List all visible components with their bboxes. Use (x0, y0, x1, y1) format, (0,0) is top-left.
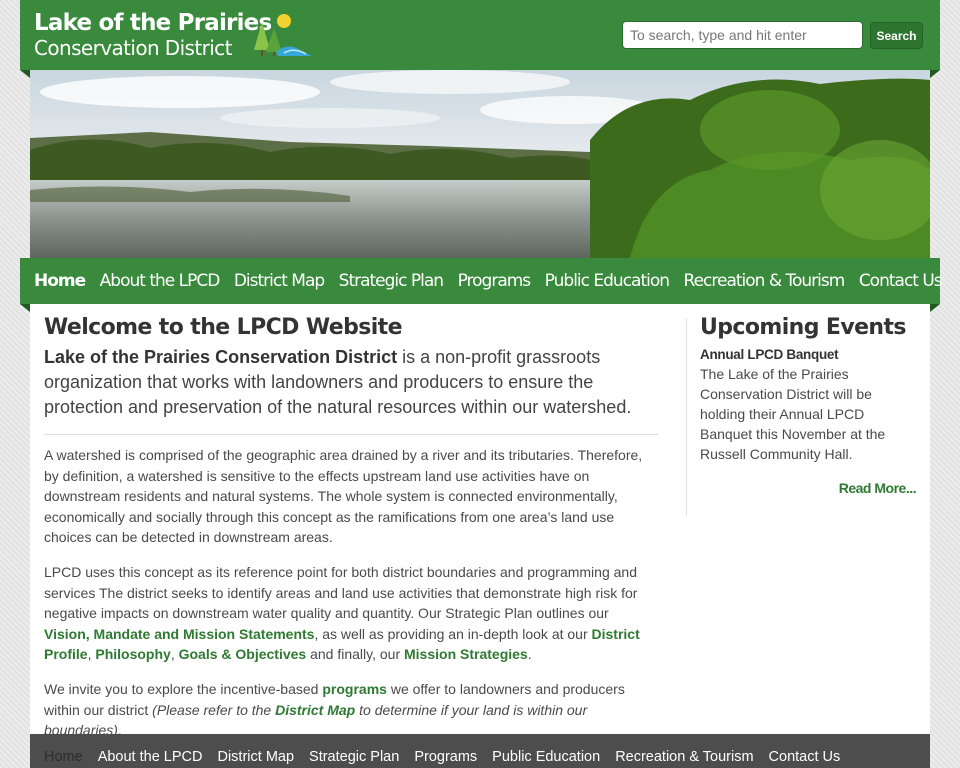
sidebar-divider (686, 318, 687, 516)
footer-item-district-map[interactable]: District Map (217, 749, 294, 765)
site-header: Lake of the Prairies Conservation Distri… (20, 0, 940, 78)
read-more-link[interactable]: Read More... (700, 480, 920, 496)
footer-navigation: Home About the LPCD District Map Strateg… (30, 734, 930, 768)
link-programs[interactable]: programs (322, 681, 387, 697)
link-goals-objectives[interactable]: Goals & Objectives (179, 646, 307, 662)
para-text: and finally, our (306, 646, 404, 663)
footer-item-contact[interactable]: Contact Us (769, 749, 841, 765)
footer-item-home[interactable]: Home (44, 749, 83, 765)
event-description: The Lake of the Prairies Conservation Di… (700, 366, 886, 462)
footer-item-public-education[interactable]: Public Education (492, 749, 600, 765)
upcoming-events-sidebar: Upcoming Events Annual LPCD Banquet The … (700, 313, 920, 496)
footer-item-programs[interactable]: Programs (414, 749, 477, 765)
nav-item-recreation-tourism[interactable]: Recreation & Tourism (684, 271, 846, 291)
link-district-map[interactable]: District Map (275, 702, 355, 718)
nav-item-district-map[interactable]: District Map (234, 271, 325, 291)
search-button[interactable]: Search (870, 22, 923, 49)
event-title: Annual LPCD Banquet (700, 347, 839, 362)
para-text: . (527, 646, 532, 663)
footer-item-recreation-tourism[interactable]: Recreation & Tourism (615, 749, 753, 765)
logo-title-line2: Conservation District (34, 36, 232, 60)
nav-item-strategic-plan[interactable]: Strategic Plan (339, 271, 444, 291)
lead-district-name: Lake of the Prairies Conservation Distri… (44, 347, 398, 367)
link-philosophy[interactable]: Philosophy (95, 646, 170, 662)
link-vision-mandate[interactable]: Vision, Mandate and Mission Statements (44, 626, 314, 642)
intro-lead: Lake of the Prairies Conservation Distri… (44, 345, 658, 420)
main-navigation: Home About the LPCD District Map Strateg… (20, 258, 943, 312)
link-mission-strategies[interactable]: Mission Strategies (404, 646, 528, 662)
logo-title-line1: Lake of the Prairies (34, 10, 272, 36)
footer-item-strategic-plan[interactable]: Strategic Plan (309, 749, 399, 765)
strategy-paragraph: LPCD uses this concept as its reference … (44, 562, 658, 665)
divider (44, 434, 658, 435)
watershed-paragraph: A watershed is comprised of the geograph… (44, 447, 643, 546)
search-input[interactable] (622, 21, 863, 49)
para-text: We invite you to explore the incentive-b… (44, 680, 323, 697)
footer-item-about[interactable]: About the LPCD (98, 749, 203, 765)
nav-item-home[interactable]: Home (34, 271, 86, 291)
search-box (622, 21, 863, 49)
para-text: , (170, 646, 179, 663)
nav-item-programs[interactable]: Programs (458, 271, 532, 291)
para-text: , as well as providing an in-depth look … (314, 625, 592, 642)
nav-item-about[interactable]: About the LPCD (100, 271, 221, 291)
programs-paragraph: We invite you to explore the incentive-b… (44, 679, 658, 741)
page-title: Welcome to the LPCD Website (44, 315, 402, 340)
logo-trees-sun-icon (254, 14, 312, 56)
hero-banner-image (30, 70, 930, 258)
main-content: Welcome to the LPCD Website Lake of the … (44, 313, 658, 755)
nav-item-public-education[interactable]: Public Education (545, 271, 670, 291)
para-text: LPCD uses this concept as its reference … (44, 563, 638, 622)
sidebar-heading: Upcoming Events (700, 315, 906, 340)
nav-item-contact[interactable]: Contact Us (859, 271, 943, 291)
site-logo[interactable]: Lake of the Prairies Conservation Distri… (34, 10, 272, 60)
para-text: (Please refer to the (152, 701, 276, 718)
